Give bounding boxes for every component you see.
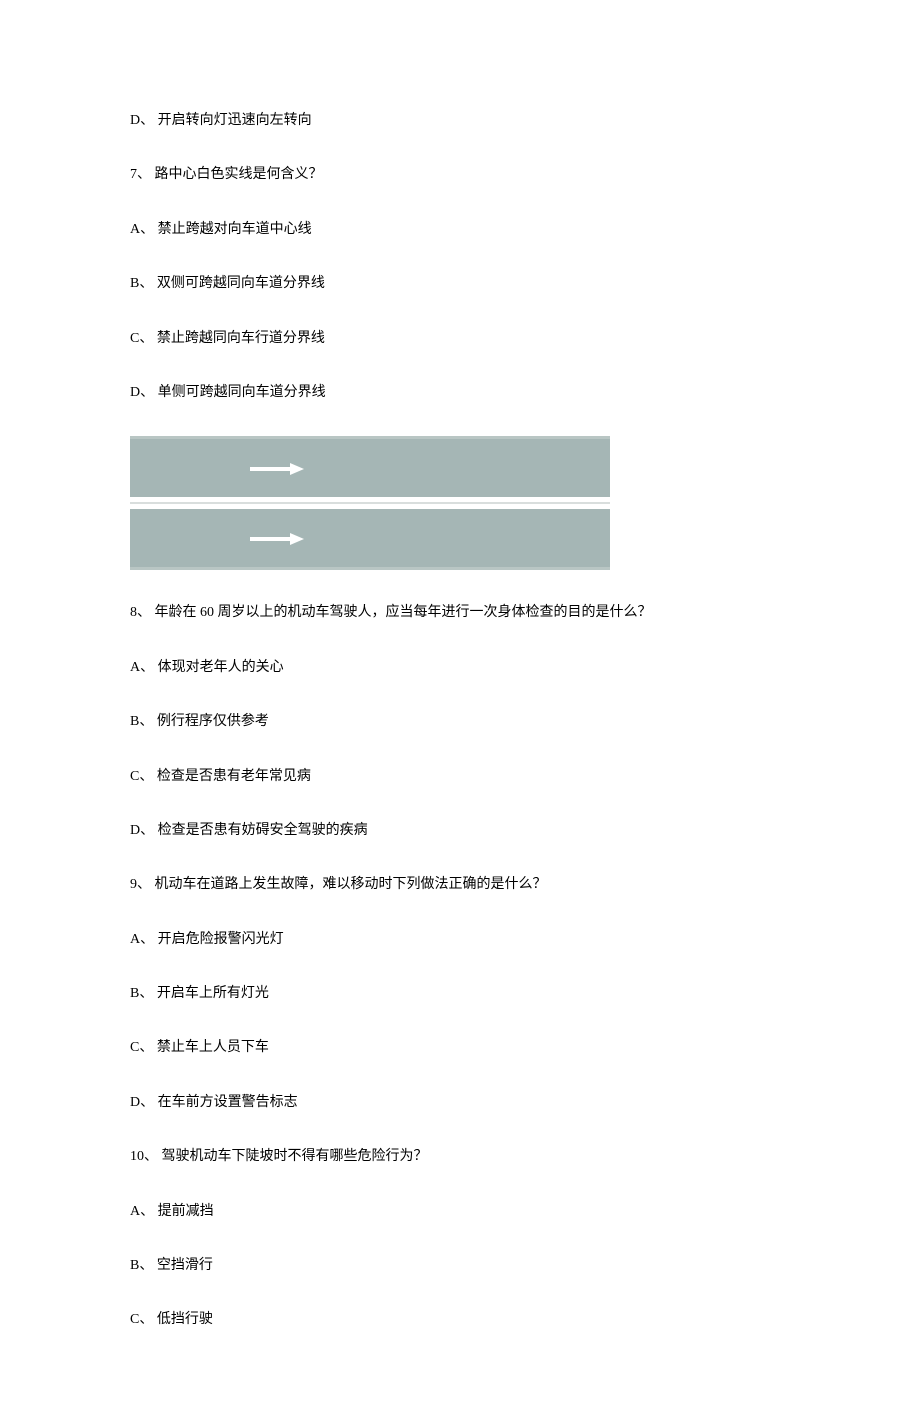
document-page: D、 开启转向灯迅速向左转向 7、 路中心白色实线是何含义？ A、 禁止跨越对向… <box>0 0 920 1424</box>
road-center-solid-line <box>130 497 610 509</box>
q9-option-c: C、 禁止车上人员下车 <box>130 1037 790 1059</box>
road-lower-lane <box>130 509 610 567</box>
q10-option-b: B、 空挡滑行 <box>130 1255 790 1277</box>
q7-option-d: D、 单侧可跨越同向车道分界线 <box>130 382 790 404</box>
q10-option-c: C、 低挡行驶 <box>130 1309 790 1331</box>
q9-option-b: B、 开启车上所有灯光 <box>130 983 790 1005</box>
question-8: 8、 年龄在 60 周岁以上的机动车驾驶人，应当每年进行一次身体检查的目的是什么… <box>130 602 790 624</box>
question-9: 9、 机动车在道路上发生故障，难以移动时下列做法正确的是什么？ <box>130 874 790 896</box>
direction-arrow-icon <box>250 465 304 473</box>
q8-option-d: D、 检查是否患有妨碍安全驾驶的疾病 <box>130 820 790 842</box>
q7-option-a: A、 禁止跨越对向车道中心线 <box>130 219 790 241</box>
road-diagram <box>130 436 610 570</box>
q8-option-c: C、 检查是否患有老年常见病 <box>130 766 790 788</box>
q9-option-d: D、 在车前方设置警告标志 <box>130 1092 790 1114</box>
q7-option-c: C、 禁止跨越同向车行道分界线 <box>130 328 790 350</box>
q9-option-a: A、 开启危险报警闪光灯 <box>130 929 790 951</box>
q8-option-b: B、 例行程序仅供参考 <box>130 711 790 733</box>
option-d-prev: D、 开启转向灯迅速向左转向 <box>130 110 790 132</box>
road-upper-lane <box>130 439 610 497</box>
q7-option-b: B、 双侧可跨越同向车道分界线 <box>130 273 790 295</box>
q10-option-a: A、 提前减挡 <box>130 1201 790 1223</box>
q8-option-a: A、 体现对老年人的关心 <box>130 657 790 679</box>
question-7: 7、 路中心白色实线是何含义？ <box>130 164 790 186</box>
direction-arrow-icon <box>250 535 304 543</box>
road-bottom-edge <box>130 567 610 570</box>
question-10: 10、 驾驶机动车下陡坡时不得有哪些危险行为？ <box>130 1146 790 1168</box>
